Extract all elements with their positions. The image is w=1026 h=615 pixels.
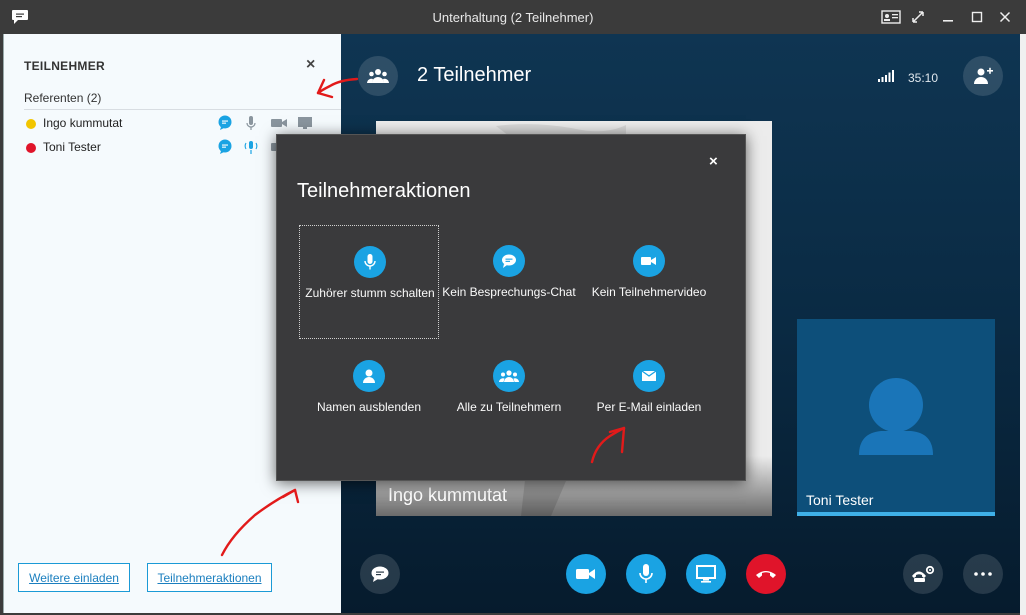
window-title: Unterhaltung (2 Teilnehmer)	[432, 10, 594, 25]
presenters-section-label: Referenten (2)	[24, 91, 102, 105]
add-person-icon	[974, 67, 993, 84]
background-window-edge	[1020, 34, 1026, 615]
action-label: Namen ausblenden	[316, 400, 422, 414]
call-controls-button[interactable]	[903, 554, 943, 594]
action-label: Alle zu Teilnehmern	[456, 400, 562, 414]
participants-toggle-button[interactable]	[358, 56, 398, 96]
main-video-name: Ingo kummutat	[388, 485, 508, 505]
action-no-meeting-chat[interactable]: Kein Besprechungs-Chat	[439, 225, 579, 339]
action-label: Kein Teilnehmervideo	[591, 285, 707, 299]
share-screen-button[interactable]	[686, 554, 726, 594]
action-invite-by-email[interactable]: Per E-Mail einladen	[579, 340, 719, 454]
close-dialog-button[interactable]: ×	[709, 153, 718, 170]
panel-heading: TEILNEHMER	[24, 59, 105, 73]
participant-video-tile[interactable]: Toni Tester	[797, 319, 995, 516]
participant-name: Toni Tester	[43, 140, 101, 154]
participant-row[interactable]: Ingo kummutat	[24, 114, 344, 136]
contact-card-icon[interactable]	[878, 5, 904, 29]
action-hide-names[interactable]: Namen ausblenden	[299, 340, 439, 454]
microphone-button[interactable]	[626, 554, 666, 594]
microphone-icon[interactable]	[242, 114, 260, 132]
add-participant-button[interactable]	[963, 56, 1003, 96]
pop-out-icon[interactable]	[905, 5, 931, 29]
screen-share-icon[interactable]	[296, 114, 314, 132]
active-speaker-bar	[797, 512, 995, 516]
close-window-button[interactable]	[992, 5, 1018, 29]
participant-actions-button[interactable]: Teilnehmeraktionen	[147, 563, 272, 592]
participant-name: Ingo kummutat	[43, 116, 123, 130]
microphone-icon	[354, 246, 386, 278]
signal-strength-icon	[878, 69, 894, 87]
people-icon	[367, 69, 389, 83]
action-label: Kein Besprechungs-Chat	[442, 285, 576, 299]
envelope-icon	[633, 360, 665, 392]
maximize-button[interactable]	[964, 5, 990, 29]
action-label: Per E-Mail einladen	[596, 400, 702, 414]
action-mute-attendees[interactable]: Zuhörer stumm schalten	[299, 225, 439, 339]
section-divider	[24, 109, 344, 110]
participant-actions-dialog: × Teilnehmeraktionen Zuhörer stumm schal…	[276, 134, 746, 481]
chat-icon	[493, 245, 525, 277]
chat-button[interactable]	[360, 554, 400, 594]
people-icon	[493, 360, 525, 392]
minimize-button[interactable]	[935, 5, 961, 29]
dialog-title: Teilnehmeraktionen	[297, 180, 471, 202]
stage-title: 2 Teilnehmer	[417, 64, 532, 86]
status-away-icon	[26, 119, 36, 129]
more-options-button[interactable]	[963, 554, 1003, 594]
phone-settings-icon	[912, 565, 935, 582]
ellipsis-icon	[974, 572, 992, 576]
status-busy-icon	[26, 143, 36, 153]
video-camera-icon[interactable]	[270, 114, 288, 132]
tile-video-name: Toni Tester	[806, 492, 874, 508]
chat-icon[interactable]	[216, 114, 234, 132]
action-label: Zuhörer stumm schalten	[305, 286, 435, 300]
active-microphone-icon[interactable]	[242, 138, 260, 156]
hang-up-button[interactable]	[746, 554, 786, 594]
call-timer: 35:10	[908, 71, 939, 85]
video-camera-icon	[576, 569, 595, 579]
microphone-icon	[639, 564, 653, 583]
close-panel-button[interactable]: ×	[306, 56, 315, 74]
person-avatar-icon	[859, 378, 933, 455]
chat-icon	[371, 566, 389, 582]
invite-more-button[interactable]: Weitere einladen	[18, 563, 130, 592]
video-camera-icon	[633, 245, 665, 277]
action-all-to-attendees[interactable]: Alle zu Teilnehmern	[439, 340, 579, 454]
action-no-participant-video[interactable]: Kein Teilnehmervideo	[579, 225, 719, 339]
phone-hangup-icon	[756, 571, 776, 578]
monitor-icon	[696, 565, 716, 583]
video-button[interactable]	[566, 554, 606, 594]
person-icon	[353, 360, 385, 392]
chat-icon[interactable]	[216, 138, 234, 156]
title-bar: Unterhaltung (2 Teilnehmer)	[0, 0, 1026, 34]
